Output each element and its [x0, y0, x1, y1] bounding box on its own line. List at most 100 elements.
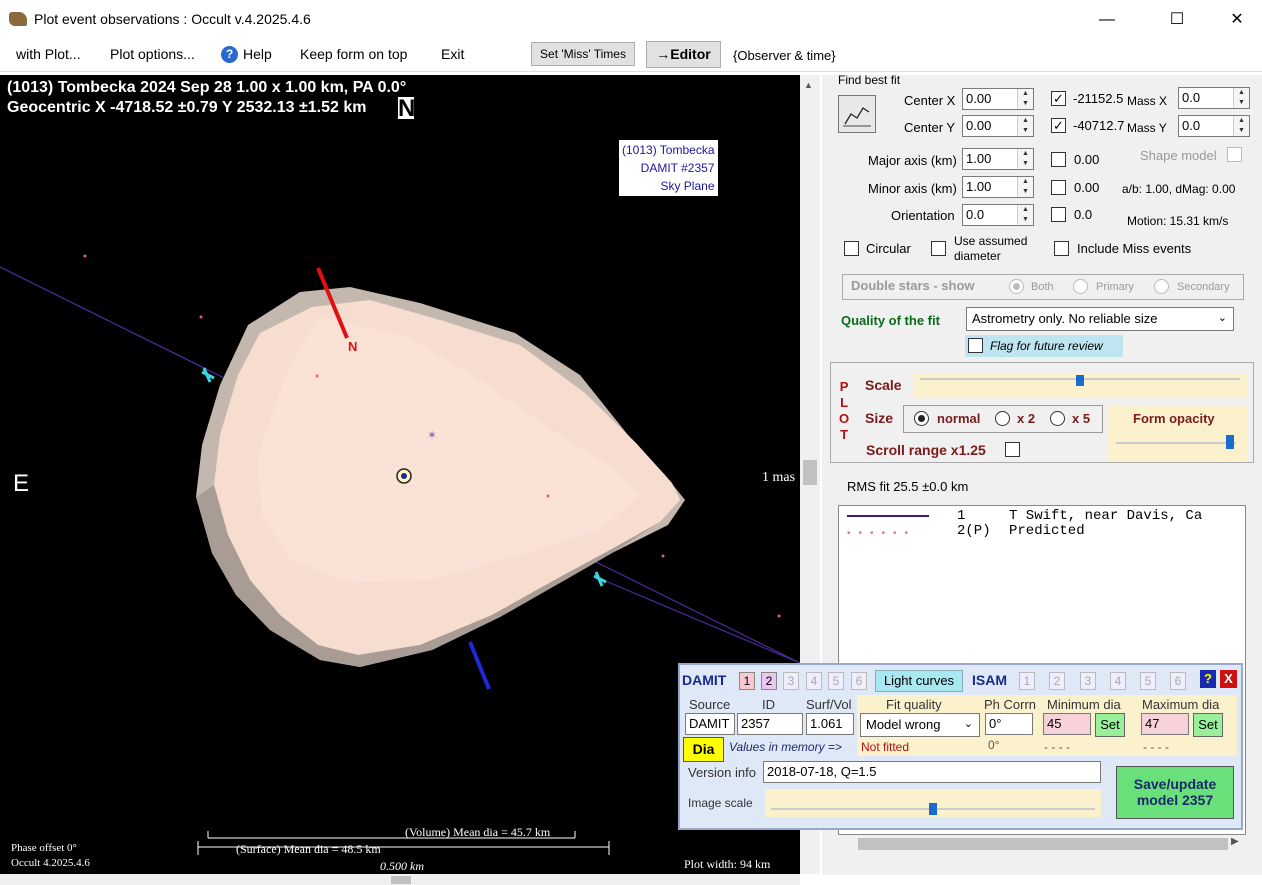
double-secondary-radio[interactable] [1154, 279, 1169, 294]
size-x5-radio[interactable] [1050, 411, 1065, 426]
scroll-right-icon[interactable]: ▶ [1231, 836, 1239, 847]
min-dia-field[interactable]: 45 [1043, 713, 1091, 735]
mass-x-spinner[interactable]: 0.0 ▲ ▼ [1178, 87, 1250, 109]
list-hscroll[interactable]: ▶ [838, 835, 1246, 853]
isam-model-4[interactable]: 4 [1110, 672, 1126, 690]
min-dia-set-button[interactable]: Set [1095, 713, 1125, 737]
scroll-thumb[interactable] [803, 460, 817, 485]
phase-offset-label: Phase offset 0° [11, 842, 77, 854]
minimize-button[interactable]: — [1084, 6, 1130, 34]
volume-mean-dia: (Volume) Mean dia = 45.7 km [405, 825, 551, 839]
center-y-fit-value: -40712.7 [1073, 118, 1125, 133]
size-x2-radio[interactable] [995, 411, 1010, 426]
damit-model-2[interactable]: 2 [761, 672, 777, 690]
source-field[interactable]: DAMIT [685, 713, 735, 735]
max-dia-set-button[interactable]: Set [1193, 713, 1223, 737]
minor-axis-spinner[interactable]: 1.00 ▲ ▼ [962, 176, 1034, 198]
orientation-spinner[interactable]: 0.0 ▲ ▼ [962, 204, 1034, 226]
orientation-value: 0.0 [1074, 207, 1093, 222]
plot-horizontal-scrollbar[interactable] [0, 874, 800, 885]
fit-quality-select[interactable]: Model wrong ⌄ [860, 713, 980, 737]
isam-model-1[interactable]: 1 [1019, 672, 1035, 690]
light-curves-button[interactable]: Light curves [875, 670, 963, 692]
menu-keep-on-top[interactable]: Keep form on top [300, 46, 407, 62]
isam-model-3[interactable]: 3 [1080, 672, 1096, 690]
version-info-field[interactable]: 2018-07-18, Q=1.5 [763, 761, 1101, 783]
damit-close-button[interactable]: X [1220, 670, 1237, 688]
center-x-fit-value: -21152.5 [1073, 91, 1124, 106]
surf-vol-field[interactable]: 1.061 [806, 713, 854, 735]
isam-title: ISAM [972, 672, 1007, 688]
minor-axis-checkbox[interactable] [1051, 180, 1066, 195]
include-miss-label: Include Miss events [1077, 241, 1192, 256]
damit-model-4[interactable]: 4 [806, 672, 822, 690]
center-y-checkbox[interactable]: ✓ [1051, 118, 1066, 133]
isam-model-2[interactable]: 2 [1049, 672, 1065, 690]
quality-fit-label: Quality of the fit [841, 313, 940, 328]
center-y-spinner[interactable]: 0.00 ▲ ▼ [962, 115, 1034, 137]
set-miss-times-button[interactable]: Set 'Miss' Times [531, 42, 635, 66]
menu-with-plot[interactable]: with Plot... [16, 46, 81, 62]
close-button[interactable]: ✕ [1214, 6, 1260, 34]
ph-corr-field[interactable]: 0° [985, 713, 1033, 735]
menu-plot-options[interactable]: Plot options... [110, 46, 195, 62]
minor-axis-value: 0.00 [1074, 180, 1100, 195]
double-primary-radio[interactable] [1073, 279, 1088, 294]
editor-button[interactable]: →Editor [646, 41, 721, 68]
min-dia-label: Minimum dia [1047, 697, 1121, 712]
quality-fit-select[interactable]: Astrometry only. No reliable size ⌄ [966, 307, 1234, 331]
double-both-radio[interactable] [1009, 279, 1024, 294]
size-normal-label: normal [937, 411, 981, 426]
best-fit-button[interactable] [838, 95, 876, 133]
size-x5-label: x 5 [1072, 411, 1091, 426]
help-icon[interactable]: ? [221, 46, 238, 63]
circular-checkbox[interactable] [844, 241, 859, 256]
center-x-spinner[interactable]: 0.00 ▲ ▼ [962, 88, 1034, 110]
isam-model-6[interactable]: 6 [1170, 672, 1186, 690]
hscroll-thumb[interactable] [391, 876, 411, 884]
observer-time-button[interactable]: {Observer & time} [733, 48, 836, 63]
center-y-label: Center Y [904, 120, 956, 135]
damit-model-3[interactable]: 3 [783, 672, 799, 690]
fit-quality-label: Fit quality [886, 697, 942, 712]
image-scale-thumb[interactable] [929, 803, 937, 815]
double-primary-label: Primary [1096, 281, 1134, 293]
scroll-up-icon[interactable]: ▲ [804, 80, 813, 90]
flag-review-checkbox[interactable] [968, 338, 983, 353]
surf-vol-label: Surf/Vol [806, 697, 852, 712]
form-opacity-thumb[interactable] [1226, 435, 1234, 449]
menu-help[interactable]: Help [243, 46, 272, 62]
isam-model-5[interactable]: 5 [1140, 672, 1156, 690]
save-update-model-button[interactable]: Save/update model 2357 [1116, 766, 1234, 819]
major-axis-checkbox[interactable] [1051, 152, 1066, 167]
dia-button[interactable]: Dia [683, 737, 724, 762]
shape-model-checkbox[interactable] [1227, 147, 1242, 162]
center-x-checkbox[interactable]: ✓ [1051, 91, 1066, 106]
size-normal-radio[interactable] [914, 411, 929, 426]
scroll-range-checkbox[interactable] [1005, 442, 1020, 457]
use-assumed-checkbox[interactable] [931, 241, 946, 256]
damit-model-5[interactable]: 5 [828, 672, 844, 690]
version-info-label: Version info [688, 765, 756, 780]
legend-name-1: T Swift, near Davis, Ca [1009, 508, 1203, 524]
damit-model-1[interactable]: 1 [739, 672, 755, 690]
mass-y-spinner[interactable]: 0.0 ▲ ▼ [1178, 115, 1250, 137]
max-dia-field[interactable]: 47 [1141, 713, 1189, 735]
image-scale-label: Image scale [688, 796, 753, 810]
menu-exit[interactable]: Exit [441, 46, 464, 62]
major-axis-label: Major axis (km) [868, 153, 957, 168]
maximize-button[interactable]: ☐ [1154, 6, 1200, 34]
damit-help-button[interactable]: ? [1200, 670, 1216, 688]
id-field[interactable]: 2357 [737, 713, 803, 735]
include-miss-checkbox[interactable] [1054, 241, 1069, 256]
damit-model-6[interactable]: 6 [851, 672, 867, 690]
image-scale-slider[interactable] [765, 789, 1101, 817]
max-dia-memory: - - - - [1143, 740, 1169, 754]
app-icon [9, 12, 27, 26]
orientation-checkbox[interactable] [1051, 207, 1066, 222]
plot-vertical-label: PLOT [839, 379, 850, 442]
major-axis-spinner[interactable]: 1.00 ▲ ▼ [962, 148, 1034, 170]
scale-slider-thumb[interactable] [1076, 375, 1084, 386]
form-opacity-slider[interactable] [1112, 435, 1242, 455]
scale-slider[interactable] [914, 373, 1248, 397]
